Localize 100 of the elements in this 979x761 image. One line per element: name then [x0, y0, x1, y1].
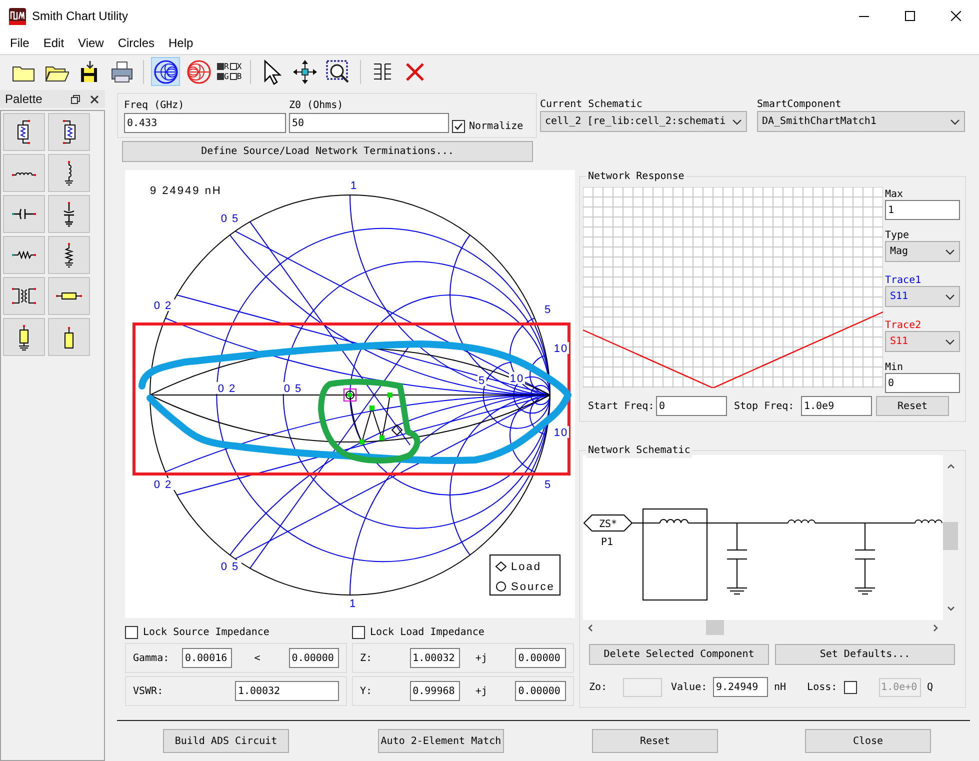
- type-dropdown[interactable]: Mag: [885, 241, 960, 262]
- dialog-button[interactable]: Auto 2-Element Match: [378, 729, 504, 753]
- vswr-field[interactable]: 1.00032: [234, 681, 339, 701]
- scroll-up-icon[interactable]: [946, 464, 954, 469]
- series-network-icon: [62, 119, 76, 145]
- lock-source-checkbox[interactable]: [125, 626, 138, 638]
- chevron-icon: [945, 294, 955, 300]
- field-label: Min: [885, 361, 904, 373]
- transmission-line-icon: [18, 324, 30, 350]
- port-name: P1: [601, 537, 614, 548]
- stop-freq-field[interactable]: 1.0e9: [801, 396, 872, 416]
- palette-button[interactable]: [3, 277, 45, 315]
- palette-button[interactable]: [48, 277, 90, 315]
- close-icon: [951, 11, 961, 21]
- chart-label: 0 5: [220, 213, 240, 225]
- field-label: SmartComponent: [757, 98, 842, 111]
- angle-field[interactable]: 0.00000: [288, 648, 339, 668]
- scroll-right-icon[interactable]: [933, 624, 938, 632]
- group-title: Network Response: [586, 169, 686, 184]
- toggle-label: R: [224, 62, 229, 71]
- palette-button[interactable]: [48, 113, 90, 151]
- source-marker: [344, 388, 356, 402]
- y-real-field[interactable]: 0.99968: [410, 681, 460, 701]
- field-label: +j: [475, 684, 488, 698]
- start-freq-field[interactable]: 0: [656, 396, 727, 416]
- dialog-button[interactable]: Build ADS Circuit: [163, 729, 289, 753]
- scrollbar-thumb[interactable]: [706, 620, 724, 635]
- chart-label: 1: [350, 180, 358, 192]
- menu-item[interactable]: View: [78, 34, 104, 52]
- scroll-left-icon[interactable]: [588, 624, 593, 632]
- toolbar-button[interactable]: [151, 57, 180, 86]
- min-field[interactable]: 0: [885, 373, 960, 393]
- palette-button[interactable]: [48, 195, 90, 233]
- chevron-icon: [950, 118, 960, 124]
- field-label: Freq (GHz): [124, 99, 186, 113]
- palette-button[interactable]: [3, 318, 45, 356]
- chevron-icon: [945, 338, 955, 344]
- define-terminations-button[interactable]: Define Source/Load Network Terminations...: [122, 141, 533, 162]
- menu-item[interactable]: Edit: [43, 34, 64, 52]
- scrollbar-thumb[interactable]: [943, 522, 958, 550]
- transmission-line-icon: [55, 292, 83, 300]
- checkbox-label: Lock Load Impedance: [370, 626, 484, 640]
- trace-point: [370, 406, 374, 410]
- component-dropdown[interactable]: DA_SmithChartMatch1: [757, 111, 965, 132]
- scroll-down-icon[interactable]: [946, 606, 954, 611]
- capacitor-icon: [11, 208, 37, 220]
- chart-label: 0 2: [154, 300, 172, 312]
- toggle-checkbox[interactable]: [230, 73, 237, 80]
- value-field[interactable]: 9.24949: [713, 677, 768, 697]
- dialog-button[interactable]: Reset: [592, 729, 718, 753]
- freq-field[interactable]: 0.433: [124, 113, 286, 133]
- unit-label: Q: [927, 680, 934, 694]
- trace-dropdown[interactable]: S11: [885, 286, 960, 307]
- palette-button[interactable]: [48, 236, 90, 274]
- smith-chart-icon: [152, 58, 178, 84]
- reset-button[interactable]: Reset: [876, 396, 949, 416]
- z0-field[interactable]: 50: [289, 113, 449, 133]
- port-label: ZS*: [598, 519, 618, 530]
- chart-label: 5: [544, 304, 552, 316]
- chart-label: 0 5: [284, 383, 302, 395]
- lock-load-checkbox[interactable]: [352, 626, 365, 638]
- delete-component-button[interactable]: Delete Selected Component: [589, 644, 769, 665]
- palette-button[interactable]: [3, 195, 45, 233]
- field-label: Y:: [360, 684, 374, 698]
- field-label: Current Schematic: [540, 98, 644, 111]
- schematic-dropdown[interactable]: cell_2 [re_lib:cell_2:schemati: [540, 111, 747, 132]
- palette-button[interactable]: [3, 236, 45, 274]
- menu-item[interactable]: File: [10, 34, 30, 52]
- loss-checkbox[interactable]: [844, 680, 858, 694]
- printer-icon: [108, 58, 134, 84]
- zo-field[interactable]: [623, 678, 662, 696]
- palette-button[interactable]: [48, 318, 90, 356]
- app-logo-icon: [9, 8, 26, 24]
- toggle-checkbox[interactable]: [230, 63, 237, 70]
- restore-icon[interactable]: [71, 94, 80, 104]
- toggle-checkbox[interactable]: [217, 63, 224, 70]
- z-imag-field[interactable]: 0.00000: [515, 648, 566, 668]
- trace-label: Trace1: [885, 274, 922, 286]
- toggle-checkbox[interactable]: [217, 73, 224, 80]
- gamma-field[interactable]: 0.00016: [182, 648, 232, 668]
- normalize-checkbox[interactable]: [452, 120, 465, 132]
- field-label: VSWR:: [133, 684, 164, 698]
- capacitor-icon: [63, 201, 75, 227]
- dialog-button[interactable]: Close: [805, 729, 931, 753]
- load-marker: [391, 424, 403, 436]
- close-icon[interactable]: [90, 94, 99, 104]
- palette-button[interactable]: [48, 154, 90, 192]
- zoom-icon: [325, 58, 352, 84]
- max-field[interactable]: 1: [885, 200, 960, 220]
- palette-title: Palette: [5, 91, 42, 108]
- chart-label: 5: [544, 479, 552, 491]
- menu-item[interactable]: Help: [168, 34, 194, 52]
- y-imag-field[interactable]: 0.00000: [515, 681, 566, 701]
- checkbox-label: Lock Source Impedance: [143, 626, 270, 640]
- menu-item[interactable]: Circles: [118, 34, 154, 52]
- trace-label: Trace2: [885, 319, 922, 331]
- set-defaults-button[interactable]: Set Defaults...: [775, 644, 955, 665]
- z-real-field[interactable]: 1.00032: [410, 648, 460, 668]
- palette-button[interactable]: [3, 113, 45, 151]
- checkbox-label: Normalize: [469, 120, 524, 134]
